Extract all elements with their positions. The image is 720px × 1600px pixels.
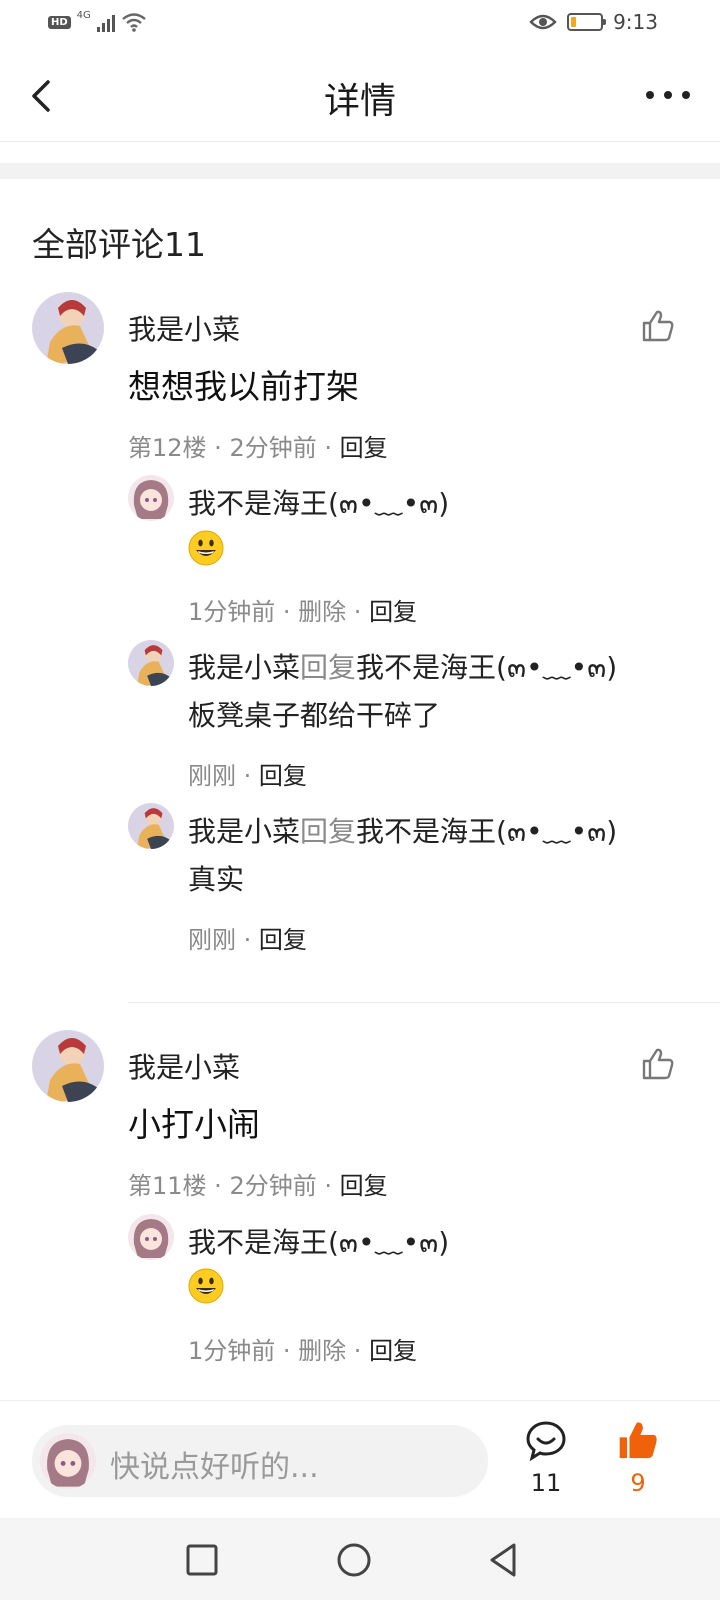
like-total-button[interactable]: 9 <box>608 1419 668 1507</box>
thumbs-up-icon <box>642 310 674 342</box>
reply-author[interactable]: 我是小菜 <box>188 651 300 684</box>
status-bar: HD 4G 9:13 <box>0 0 720 50</box>
page-title: 详情 <box>323 81 396 122</box>
smiley-emoji-icon <box>188 530 224 566</box>
reply-header: 我是小菜回复我不是海王(๓•﹏•๓) <box>188 646 617 690</box>
thumbs-up-filled-icon <box>619 1422 657 1459</box>
reply-meta: 1分钟前 · 删除 · 回复 <box>188 598 418 626</box>
status-right: 9:13 <box>529 10 658 34</box>
avatar[interactable] <box>128 640 174 686</box>
reply-time: 刚刚 <box>188 926 236 954</box>
reply-target[interactable]: 我不是海王(๓•﹏•๓) <box>356 651 617 684</box>
eye-icon <box>529 14 557 30</box>
signal-icon <box>96 12 115 32</box>
reply-time: 1分钟前 <box>188 1337 276 1365</box>
reply-meta: 刚刚 · 回复 <box>188 926 307 954</box>
smiley-emoji-icon <box>188 1268 224 1304</box>
reply-time: 1分钟前 <box>188 598 276 626</box>
reply-button[interactable]: 回复 <box>369 1337 417 1365</box>
like-button[interactable] <box>640 308 676 344</box>
reply-button[interactable]: 回复 <box>340 434 388 462</box>
avatar[interactable] <box>32 1030 104 1102</box>
reply-meta: 刚刚 · 回复 <box>188 762 307 790</box>
reply-button[interactable]: 回复 <box>369 598 417 626</box>
avatar[interactable] <box>128 475 174 521</box>
thumbs-up-icon <box>642 1048 674 1080</box>
reply-target[interactable]: 我不是海王(๓•﹏•๓) <box>356 815 617 848</box>
delete-button[interactable]: 删除 <box>298 1337 346 1365</box>
input-placeholder: 快说点好听的... <box>110 1450 319 1485</box>
avatar-image <box>128 475 174 521</box>
reply-author[interactable]: 我是小菜 <box>188 815 300 848</box>
avatar-image <box>32 1030 104 1102</box>
triangle-back-icon <box>490 1543 516 1577</box>
comment-author[interactable]: 我是小菜 <box>128 308 240 348</box>
avatar-image <box>128 803 174 849</box>
network-type: 4G <box>76 9 91 21</box>
comment-text: 小打小闹 <box>128 1105 260 1144</box>
reply-button[interactable]: 回复 <box>340 1172 388 1200</box>
clock: 9:13 <box>613 10 658 34</box>
square-icon <box>186 1544 218 1576</box>
comments-header: 全部评论11 <box>32 225 206 264</box>
avatar-image <box>128 640 174 686</box>
reply-button[interactable]: 回复 <box>259 762 307 790</box>
comments-button[interactable]: 11 <box>516 1419 576 1507</box>
comment-floor: 第12楼 <box>128 434 207 462</box>
delete-button[interactable]: 删除 <box>298 598 346 626</box>
comment-time: 2分钟前 <box>229 1172 317 1200</box>
comment-divider <box>128 1002 720 1003</box>
comment-text: 想想我以前打架 <box>128 367 359 406</box>
comment-bubble-icon <box>526 1421 566 1462</box>
avatar[interactable] <box>128 1214 174 1260</box>
reply-button[interactable]: 回复 <box>259 926 307 954</box>
hd-icon: HD <box>48 15 71 29</box>
avatar-image <box>128 1214 174 1260</box>
home-button[interactable] <box>334 1540 374 1580</box>
comment-meta: 第11楼 · 2分钟前 · 回复 <box>128 1172 388 1200</box>
more-button[interactable] <box>646 80 690 110</box>
circle-icon <box>337 1543 371 1577</box>
more-dots-icon <box>646 91 654 99</box>
section-divider <box>0 163 720 179</box>
reply-word: 回复 <box>300 651 357 684</box>
reply-word: 回复 <box>300 815 357 848</box>
reply-author[interactable]: 我不是海王(๓•﹏•๓) <box>188 482 449 526</box>
like-button[interactable] <box>640 1046 676 1082</box>
reply-text: 真实 <box>188 863 245 896</box>
nav-bar: 详情 <box>0 50 720 142</box>
wifi-icon <box>122 13 146 32</box>
reply-meta: 1分钟前 · 删除 · 回复 <box>188 1337 418 1365</box>
comment-count: 11 <box>530 1469 562 1497</box>
avatar-image <box>32 292 104 364</box>
reply-text: 板凳桌子都给干碎了 <box>188 699 441 732</box>
battery-level <box>571 17 576 27</box>
comment-meta: 第12楼 · 2分钟前 · 回复 <box>128 434 388 462</box>
status-left: HD 4G <box>48 9 147 32</box>
reply-author[interactable]: 我不是海王(๓•﹏•๓) <box>188 1221 449 1265</box>
avatar[interactable] <box>128 803 174 849</box>
reply-time: 刚刚 <box>188 762 236 790</box>
system-back-button[interactable] <box>484 1540 524 1580</box>
reply-header: 我是小菜回复我不是海王(๓•﹏•๓) <box>188 810 617 854</box>
recent-apps-button[interactable] <box>182 1540 222 1580</box>
comment-floor: 第11楼 <box>128 1172 207 1200</box>
battery-icon <box>567 13 607 31</box>
system-nav-bar <box>0 1518 720 1600</box>
comment-time: 2分钟前 <box>229 434 317 462</box>
comment-input[interactable]: 快说点好听的... <box>32 1425 488 1497</box>
like-count: 9 <box>630 1469 646 1497</box>
avatar <box>40 1433 96 1489</box>
comment-author[interactable]: 我是小菜 <box>128 1046 240 1086</box>
avatar[interactable] <box>32 292 104 364</box>
comment-input-bar: 快说点好听的... 11 9 <box>0 1400 720 1518</box>
avatar-image <box>40 1433 96 1489</box>
